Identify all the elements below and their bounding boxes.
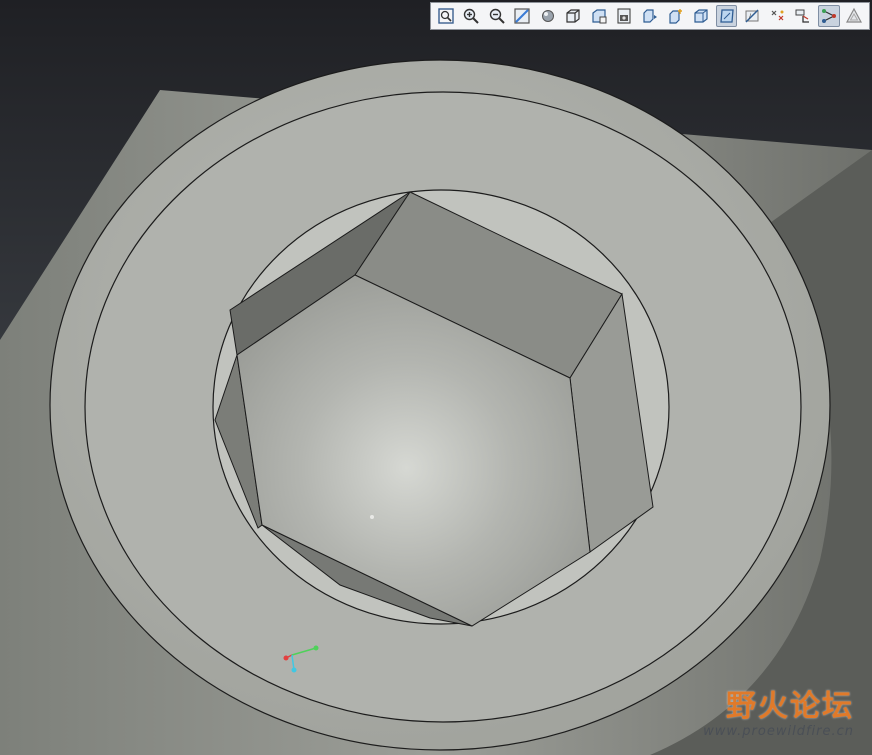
spin-center-icon[interactable]: [665, 5, 687, 27]
view-toolbar: /: [430, 2, 870, 30]
csys-display-icon[interactable]: [792, 5, 814, 27]
zoom-out-icon[interactable]: [486, 5, 508, 27]
graphics-viewport[interactable]: / 野火论坛 www.proewildfire.cn: [0, 0, 872, 755]
cone-apex: [370, 515, 374, 519]
no-hidden-icon[interactable]: [690, 5, 712, 27]
refit-icon[interactable]: [435, 5, 457, 27]
watermark-url: www.proewildfire.cn: [703, 724, 854, 739]
triangle-display-icon[interactable]: [844, 5, 866, 27]
repaint-icon[interactable]: [512, 5, 534, 27]
plane-display-icon[interactable]: /: [741, 5, 763, 27]
axis-display-icon[interactable]: [817, 5, 840, 27]
model-view[interactable]: [0, 0, 872, 755]
shaded-with-edges-icon[interactable]: [715, 5, 738, 27]
view-manager-icon[interactable]: [588, 5, 610, 27]
annotation-display-icon[interactable]: [639, 5, 661, 27]
zoom-in-icon[interactable]: [461, 5, 483, 27]
point-display-icon[interactable]: [767, 5, 789, 27]
forum-watermark: 野火论坛 www.proewildfire.cn: [669, 690, 854, 746]
saved-views-icon[interactable]: [563, 5, 585, 27]
watermark-title: 野火论坛: [726, 689, 854, 724]
display-style-icon[interactable]: [614, 5, 636, 27]
shading-icon[interactable]: [537, 5, 559, 27]
